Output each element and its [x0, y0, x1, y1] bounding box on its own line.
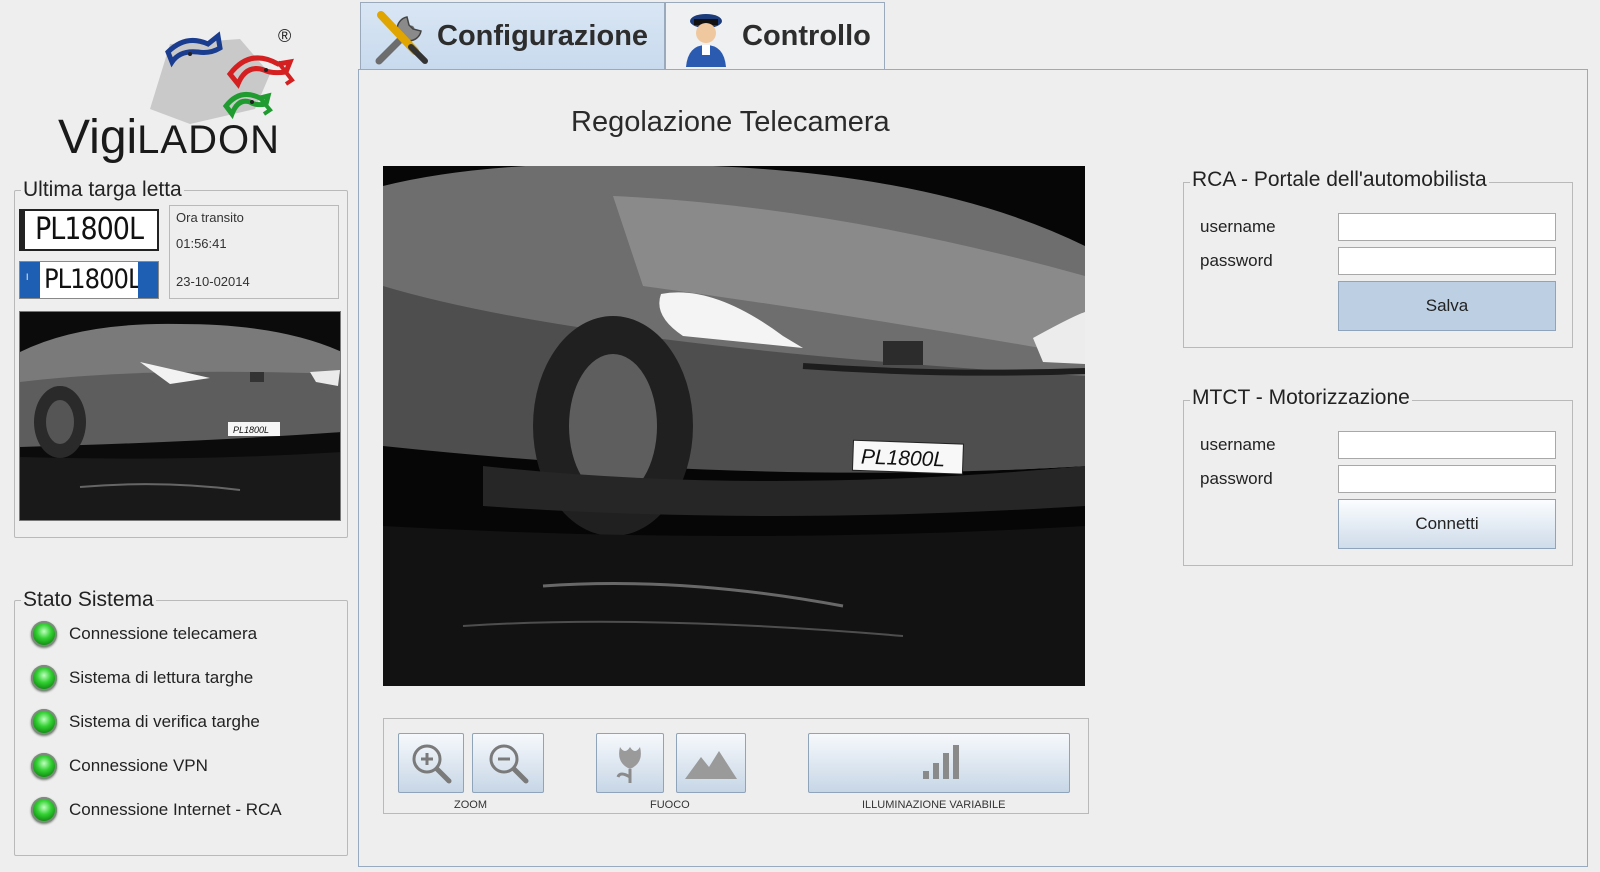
status-item-label: Sistema di verifica targhe	[69, 712, 260, 731]
status-item-vpn: Connessione VPN	[31, 753, 208, 779]
status-ok-led-icon	[31, 665, 57, 691]
rca-legend: RCA - Portale dell'automobilista	[1190, 168, 1489, 192]
status-item-label: Connessione telecamera	[69, 624, 258, 643]
focus-far-button[interactable]	[676, 733, 746, 793]
tab-controllo[interactable]: Controllo	[665, 2, 885, 70]
mtct-login-panel: MTCT - Motorizzazione username password …	[1183, 386, 1573, 566]
plate-rendered-image: I PL1800L	[19, 261, 159, 299]
logo-text-thin: Vigi	[58, 111, 138, 164]
mtct-password-field[interactable]	[1338, 465, 1556, 493]
status-ok-led-icon	[31, 797, 57, 823]
thumb-plate-text: PL1800L	[233, 425, 269, 435]
plate-rendered-text: PL1800L	[44, 264, 142, 295]
logo-text-bold: LADON	[137, 118, 280, 162]
status-item-internet-rca: Connessione Internet - RCA	[31, 797, 282, 823]
status-item-plate-reading: Sistema di lettura targhe	[31, 665, 253, 691]
mtct-username-field[interactable]	[1338, 431, 1556, 459]
province-band-icon	[138, 262, 158, 298]
transit-label: Ora transito	[176, 210, 244, 225]
rca-username-field[interactable]	[1338, 213, 1556, 241]
zoom-in-button[interactable]	[398, 733, 464, 793]
rca-password-label: password	[1200, 251, 1273, 270]
logo-text: VigiLADON	[58, 110, 280, 165]
camera-live-view: PL1800L	[383, 166, 1085, 686]
configuration-panel: Regolazione Telecamera PL1800L ZOOM FUOC…	[358, 69, 1588, 867]
status-ok-led-icon	[31, 753, 57, 779]
mtct-password-label: password	[1200, 469, 1273, 488]
system-state-legend: Stato Sistema	[21, 588, 156, 612]
zoom-out-icon	[489, 744, 529, 784]
plate-crop-image: PL1800L	[19, 209, 159, 251]
vehicle-thumbnail-image: PL1800L	[19, 311, 341, 521]
system-state-panel: Stato Sistema Connessione telecamera Sis…	[14, 588, 348, 856]
status-item-label: Connessione Internet - RCA	[69, 800, 282, 819]
registered-mark: ®	[278, 26, 292, 46]
camera-adjustment-title: Regolazione Telecamera	[571, 106, 890, 138]
mtct-username-label: username	[1200, 435, 1276, 454]
tools-icon	[375, 10, 428, 64]
focus-label: FUOCO	[650, 799, 690, 811]
zoom-out-button[interactable]	[472, 733, 544, 793]
status-item-plate-verification: Sistema di verifica targhe	[31, 709, 260, 735]
last-plate-panel: Ultima targa letta PL1800L I PL1800L Ora…	[14, 178, 348, 538]
transit-time: 01:56:41	[176, 236, 227, 251]
camera-plate-text: PL1800L	[861, 446, 946, 472]
illumination-label: ILLUMINAZIONE VARIABILE	[862, 799, 1006, 811]
mountain-landscape-icon	[685, 751, 737, 779]
camera-controls-panel: ZOOM FUOCO ILLUMINAZIONE VARIABILE	[383, 718, 1089, 814]
tab-configurazione-label: Configurazione	[437, 20, 649, 52]
status-ok-led-icon	[31, 621, 57, 647]
transit-date: 23-10-02014	[176, 274, 250, 289]
save-button[interactable]: Salva	[1338, 281, 1556, 331]
status-item-label: Connessione VPN	[69, 756, 208, 775]
rca-login-panel: RCA - Portale dell'automobilista usernam…	[1183, 168, 1573, 348]
zoom-in-icon	[412, 744, 452, 784]
focus-near-button[interactable]	[596, 733, 664, 793]
rca-username-label: username	[1200, 217, 1276, 236]
last-plate-legend: Ultima targa letta	[21, 178, 184, 202]
vigiladon-logo: VigiLADON ®	[40, 14, 320, 164]
status-item-camera: Connessione telecamera	[31, 621, 257, 647]
status-item-label: Sistema di lettura targhe	[69, 668, 254, 687]
eu-flag-icon: I	[20, 262, 40, 298]
macro-flower-icon	[616, 747, 641, 783]
rca-password-field[interactable]	[1338, 247, 1556, 275]
transit-info-box: Ora transito 01:56:41 23-10-02014	[169, 205, 339, 299]
status-ok-led-icon	[31, 709, 57, 735]
variable-illumination-button[interactable]	[808, 733, 1070, 793]
connect-button[interactable]: Connetti	[1338, 499, 1556, 549]
zoom-label: ZOOM	[454, 799, 487, 811]
police-officer-icon	[686, 13, 726, 67]
signal-bars-icon	[923, 745, 959, 779]
tab-configurazione[interactable]: Configurazione	[360, 2, 665, 70]
mtct-legend: MTCT - Motorizzazione	[1190, 386, 1412, 410]
tab-controllo-label: Controllo	[742, 20, 871, 52]
